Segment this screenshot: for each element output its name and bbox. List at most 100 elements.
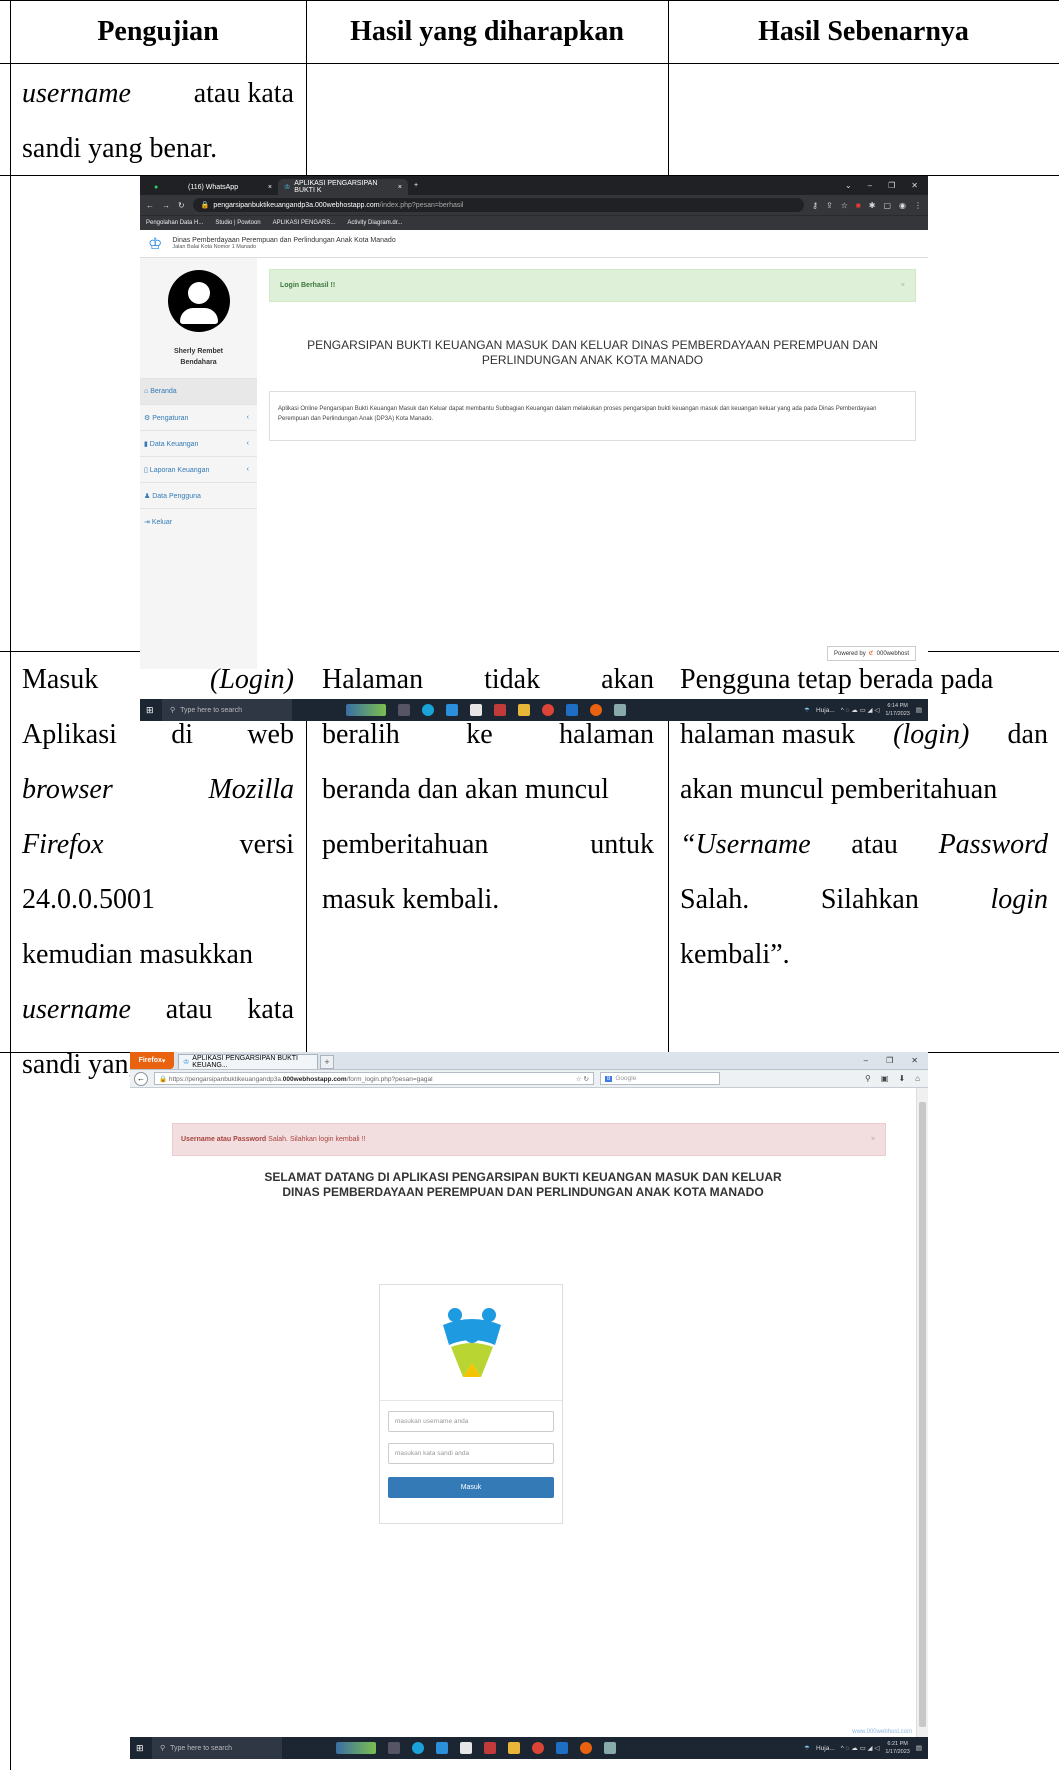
sidebar-item-laporan-keuangan[interactable]: ▯ Laporan Keuangan ‹ (140, 456, 257, 482)
profile-icon[interactable]: ◉ (899, 201, 906, 210)
menu-icon[interactable]: ⋮ (914, 201, 922, 210)
reload-icon[interactable]: ↻ (178, 201, 185, 210)
lock-icon: 🔒 (200, 202, 210, 209)
store-icon[interactable] (484, 1742, 496, 1754)
url-field[interactable]: 🔒 https://pengarsipanbuktikeuangandp3a.0… (154, 1072, 594, 1085)
download-icon[interactable]: ⬇ (898, 1074, 905, 1083)
extension-icon[interactable]: ■ (856, 201, 861, 210)
restore-icon[interactable]: ❐ (888, 181, 895, 190)
app-body: Sherly Rembet Bendahara ⌂ Beranda ⚙ Peng… (140, 258, 928, 669)
error-alert-bold: Username atau Password (181, 1136, 267, 1143)
sidebar-item-data-keuangan[interactable]: ▮ Data Keuangan ‹ (140, 430, 257, 456)
bookmarks-icon[interactable]: ▣ (881, 1074, 889, 1083)
edge-icon[interactable] (412, 1742, 424, 1754)
new-tab-icon[interactable]: + (414, 182, 418, 189)
new-tab-icon[interactable]: + (320, 1055, 334, 1069)
password-input[interactable]: masukan kata sandi anda (388, 1443, 554, 1464)
star-icon[interactable]: ☆ (576, 1076, 582, 1083)
chevron-down-icon[interactable]: ⌄ (845, 181, 852, 190)
tab-aplikasi[interactable]: ♔ APLIKASI PENGARSIPAN BUKTI KEUANG... (178, 1054, 318, 1069)
logout-icon: ⇥ (144, 518, 152, 526)
close-icon[interactable]: × (901, 282, 905, 289)
minimize-icon[interactable]: – (868, 181, 872, 190)
app-logo-icon: ♔ (284, 184, 291, 191)
wallpaper-icon[interactable] (336, 1742, 376, 1754)
toolbar-icons: ⚲ ▣ ⬇ ⌂ (865, 1074, 924, 1083)
scrollbar-thumb[interactable] (919, 1102, 926, 1727)
sidebar-item-label: ⌂ Beranda (144, 388, 177, 395)
sidebar-item-data-pengguna[interactable]: ♟ Data Pengguna (140, 482, 257, 508)
clock-time: 6:21 PM (887, 1741, 908, 1747)
avatar-head (188, 282, 210, 304)
taskbar-search[interactable]: ⚲ Type here to search (152, 1737, 282, 1759)
page-title: PENGARSIPAN BUKTI KEUANGAN MASUK DAN KEL… (307, 338, 878, 367)
whatsapp-icon: ● (154, 183, 159, 191)
firefox-menu-button[interactable]: Firefox ▾ (130, 1052, 174, 1069)
r2c1-w8: Firefox (22, 829, 104, 860)
search-icon[interactable]: ⚲ (865, 1074, 871, 1083)
share-icon[interactable]: ⇪ (826, 201, 833, 210)
windows-start-icon[interactable]: ⊞ (136, 1743, 146, 1753)
search-placeholder: Google (615, 1075, 637, 1082)
outlook-icon[interactable] (556, 1742, 568, 1754)
chevron-left-icon: ‹ (246, 440, 249, 447)
vscode-icon[interactable] (436, 1742, 448, 1754)
firefox-menu-label: Firefox (138, 1057, 162, 1064)
minimize-icon[interactable]: – (864, 1056, 868, 1065)
r2c1-w5: web (247, 719, 294, 750)
key-icon[interactable]: ⚷ (812, 201, 818, 210)
error-alert-rest: Salah. Silahkan login kembali !! (268, 1136, 366, 1143)
dp3a-logo-icon (443, 1308, 501, 1377)
firefox-icon[interactable] (580, 1742, 592, 1754)
star-icon[interactable]: ☆ (841, 201, 848, 210)
folder-icon[interactable] (508, 1742, 520, 1754)
close-icon[interactable]: × (398, 184, 402, 191)
search-field[interactable]: 8 Google (600, 1072, 720, 1085)
sidebar-item-keluar[interactable]: ⇥ Keluar (140, 508, 257, 534)
bookmark-4[interactable]: Activity Diagram.dr... (347, 220, 402, 226)
notes-icon[interactable] (604, 1742, 616, 1754)
reload-icon[interactable]: ↻ (584, 1076, 589, 1083)
url-field[interactable]: 🔒 pengarsipanbuktikeuangandp3a.000webhost… (192, 198, 805, 212)
username-input[interactable]: masukan username anda (388, 1411, 554, 1432)
home-icon[interactable]: ⌂ (915, 1074, 920, 1083)
menu-data-keuangan-label: Data Keuangan (149, 440, 199, 448)
back-icon[interactable]: ← (146, 201, 154, 210)
webhost-watermark[interactable]: www.000webhost.com (852, 1729, 912, 1735)
restore-icon[interactable]: ❐ (886, 1056, 893, 1065)
sidebar-item-beranda[interactable]: ⌂ Beranda (140, 378, 257, 404)
tab-aplikasi-label: APLIKASI PENGARSIPAN BUKTI KEUANG... (192, 1055, 298, 1069)
r2c1-w7: Mozilla (208, 774, 294, 805)
close-icon[interactable]: × (268, 184, 272, 191)
back-icon[interactable]: ← (134, 1071, 148, 1086)
r2c2-w6: halaman (559, 719, 654, 750)
r2c3-w3: (login) (893, 719, 970, 750)
puzzle-icon[interactable]: ✱ (869, 201, 876, 210)
sidebar-item-pengaturan[interactable]: ⚙ Pengaturan ‹ (140, 404, 257, 430)
tray-icons[interactable]: ^ ◌ ☁ ▭ ◢ ◁ (841, 1744, 880, 1752)
bookmark-3[interactable]: APLIKASI PENGARS... (273, 220, 336, 226)
mail-icon[interactable] (460, 1742, 472, 1754)
close-icon[interactable]: × (871, 1136, 875, 1143)
close-window-icon[interactable]: ✕ (911, 1056, 918, 1065)
close-window-icon[interactable]: ✕ (911, 181, 918, 190)
sidebar-icon[interactable]: ▢ (883, 201, 891, 210)
chrome-icon[interactable] (532, 1742, 544, 1754)
panel-divider (380, 1400, 562, 1401)
login-button[interactable]: Masuk (388, 1477, 554, 1498)
tab-whatsapp[interactable]: ● (116) WhatsApp × (148, 179, 278, 195)
r2c1-w3: Aplikasi (22, 719, 117, 750)
success-alert-text: Login Berhasil !! (280, 282, 336, 289)
login-panel: masukan username anda masukan kata sandi… (379, 1284, 563, 1524)
page-scrollbar[interactable] (916, 1088, 928, 1737)
notification-icon[interactable]: ▤ (916, 1744, 922, 1752)
tab-aplikasi[interactable]: ♔ APLIKASI PENGARSIPAN BUKTI K × (278, 179, 408, 195)
table-border-left (10, 0, 11, 1770)
task-view-icon[interactable] (388, 1742, 400, 1754)
bookmark-2[interactable]: Studio | Powtoon (215, 220, 260, 226)
error-alert: Username atau Password Salah. Silahkan l… (172, 1123, 886, 1156)
bookmark-1[interactable]: Pengolahan Data H... (146, 220, 203, 226)
r2c1-w10: 24.0.0.5001 (22, 884, 155, 915)
forward-icon[interactable]: → (162, 201, 170, 210)
clock[interactable]: 6:21 PM 1/17/2023 (885, 1740, 909, 1756)
